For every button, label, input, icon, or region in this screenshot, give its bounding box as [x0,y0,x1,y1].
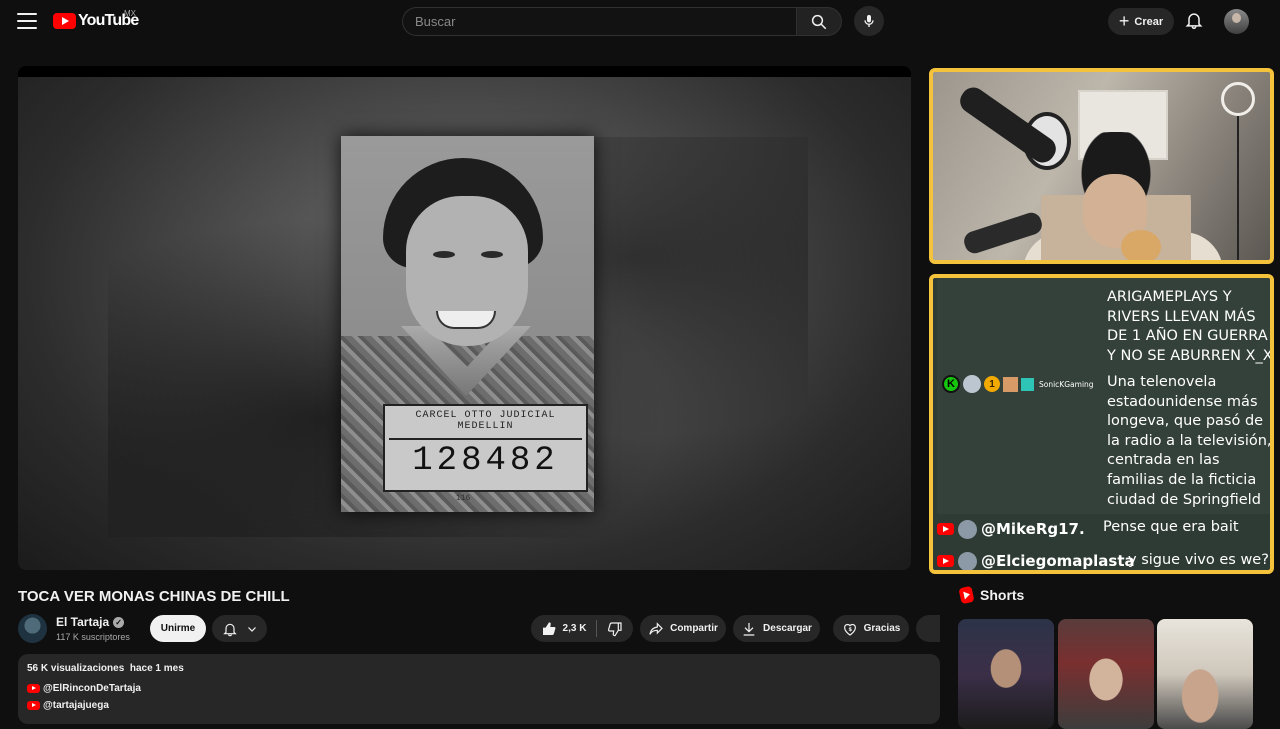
bell-icon [222,623,237,636]
microphone-icon [864,15,874,27]
chat-username-4: @Elciegomaplasta [981,552,1135,570]
search-box [402,7,796,36]
description-box[interactable]: 56 K visualizaciones hace 1 mes @ElRinco… [18,654,940,724]
dislike-icon[interactable] [607,621,623,637]
short-thumbnail[interactable] [1058,619,1154,729]
top-bar: YouTube MX + Crear [0,0,1280,44]
chat-highlight: ARIGAMEPLAYS Y RIVERS LLEVAN MÁS DE 1 AÑ… [937,278,1270,514]
user-avatar-icon [958,551,977,570]
share-button[interactable]: Compartir [640,615,726,642]
chat-overlay: ARIGAMEPLAYS Y RIVERS LLEVAN MÁS DE 1 AÑ… [929,274,1274,574]
heart-dollar-icon: $ [843,623,856,636]
cam-ring-light [1221,82,1255,116]
share-icon [649,621,663,635]
youtube-small-icon [27,684,40,693]
menu-icon[interactable] [17,13,37,29]
chat-message-3: Pense que era bait [1103,519,1239,535]
subscription-bell-button[interactable] [212,615,267,642]
mugshot-image: CARCEL OTTO JUDICIAL MEDELLIN 128482 116 [341,136,594,512]
channel-name-row[interactable]: El Tartaja ✓ [56,615,125,629]
webcam-overlay [929,68,1274,264]
youtube-play-icon [53,13,76,29]
thanks-button[interactable]: $ Gracias [833,615,909,642]
more-actions-button[interactable] [916,615,940,642]
like-dislike-group: 2,3 K [531,615,633,642]
pixel-badge-icon [1003,376,1018,392]
chat-message-4: y sigue vivo es we? [1128,552,1269,568]
video-player[interactable]: CARCEL OTTO JUDICIAL MEDELLIN 128482 116 [18,66,911,570]
bell-icon [1185,13,1203,30]
like-icon[interactable] [541,621,557,637]
user-avatar-icon [963,375,981,393]
channel-name[interactable]: El Tartaja [56,615,109,629]
notifications-button[interactable] [1184,10,1204,35]
youtube-small-icon [27,701,40,710]
share-label: Compartir [670,623,718,634]
search-button[interactable] [796,7,842,36]
video-title: TOCA VER MONAS CHINAS DE CHILL [18,588,290,605]
description-link-1[interactable]: @ElRinconDeTartaja [27,683,141,694]
k-badge-icon: K [942,375,960,393]
plus-icon: + [1118,10,1130,31]
placard-header: CARCEL OTTO JUDICIAL MEDELLIN [415,410,556,432]
voice-search-button[interactable] [854,6,884,36]
mugshot-placard: CARCEL OTTO JUDICIAL MEDELLIN 128482 [383,404,588,492]
mugshot-smile [436,311,496,329]
description-meta: 56 K visualizaciones hace 1 mes [27,663,184,674]
svg-text:$: $ [848,627,852,633]
channel-avatar[interactable] [18,614,47,643]
account-avatar[interactable] [1224,9,1249,34]
user-avatar-icon [958,519,977,539]
chat-user-row-2: K 1 SonicKGaming [942,375,1094,393]
search-input[interactable] [415,14,796,29]
upload-date: hace 1 mes [129,663,184,674]
channel-link-text[interactable]: @tartajajuega [43,700,109,711]
placard-number: 128482 [389,438,582,480]
rank-badge-icon: 1 [984,376,1000,392]
shorts-heading: Shorts [980,587,1025,603]
shorts-header: Shorts [958,585,1025,605]
cam-food [1121,230,1161,260]
download-label: Descargar [763,623,812,634]
mugshot-eye-right [481,251,503,258]
download-icon [743,622,755,636]
verified-check-icon: ✓ [113,616,125,628]
chat-username-3: @MikeRg17. [981,520,1085,538]
youtube-small-icon [937,555,954,567]
chat-username-2: SonicKGaming [1039,379,1094,389]
channel-link-text[interactable]: @ElRinconDeTartaja [43,683,141,694]
chat-row-4: @Elciegomaplasta [937,546,1135,570]
chevron-down-icon [247,626,256,632]
description-link-2[interactable]: @tartajajuega [27,700,109,711]
chat-row-3: @MikeRg17. [937,514,1085,544]
logo-country: MX [124,9,136,18]
download-button[interactable]: Descargar [733,615,820,642]
subscriber-count: 117 K suscriptores [56,632,130,642]
view-count: 56 K visualizaciones [27,663,125,674]
youtube-small-icon [937,523,954,535]
youtube-logo[interactable]: YouTube MX [53,9,139,30]
join-button[interactable]: Unirme [150,615,206,642]
chat-message-1: ARIGAMEPLAYS Y RIVERS LLEVAN MÁS DE 1 AÑ… [1107,289,1273,364]
create-label: Crear [1134,15,1164,28]
short-thumbnail[interactable] [958,619,1054,729]
create-button[interactable]: + Crear [1108,8,1174,35]
like-count[interactable]: 2,3 K [563,623,587,634]
chat-message-2: Una telenovela estadounidense más longev… [1107,374,1272,508]
short-thumbnail[interactable] [1157,619,1253,729]
gift-badge-icon [1021,377,1034,391]
placard-small-number: 116 [456,494,471,503]
thanks-label: Gracias [863,623,901,634]
search-icon [811,14,827,29]
cam-light-stand [1237,116,1239,260]
shorts-icon [958,585,975,605]
divider [596,620,598,637]
mugshot-eye-left [433,251,455,258]
